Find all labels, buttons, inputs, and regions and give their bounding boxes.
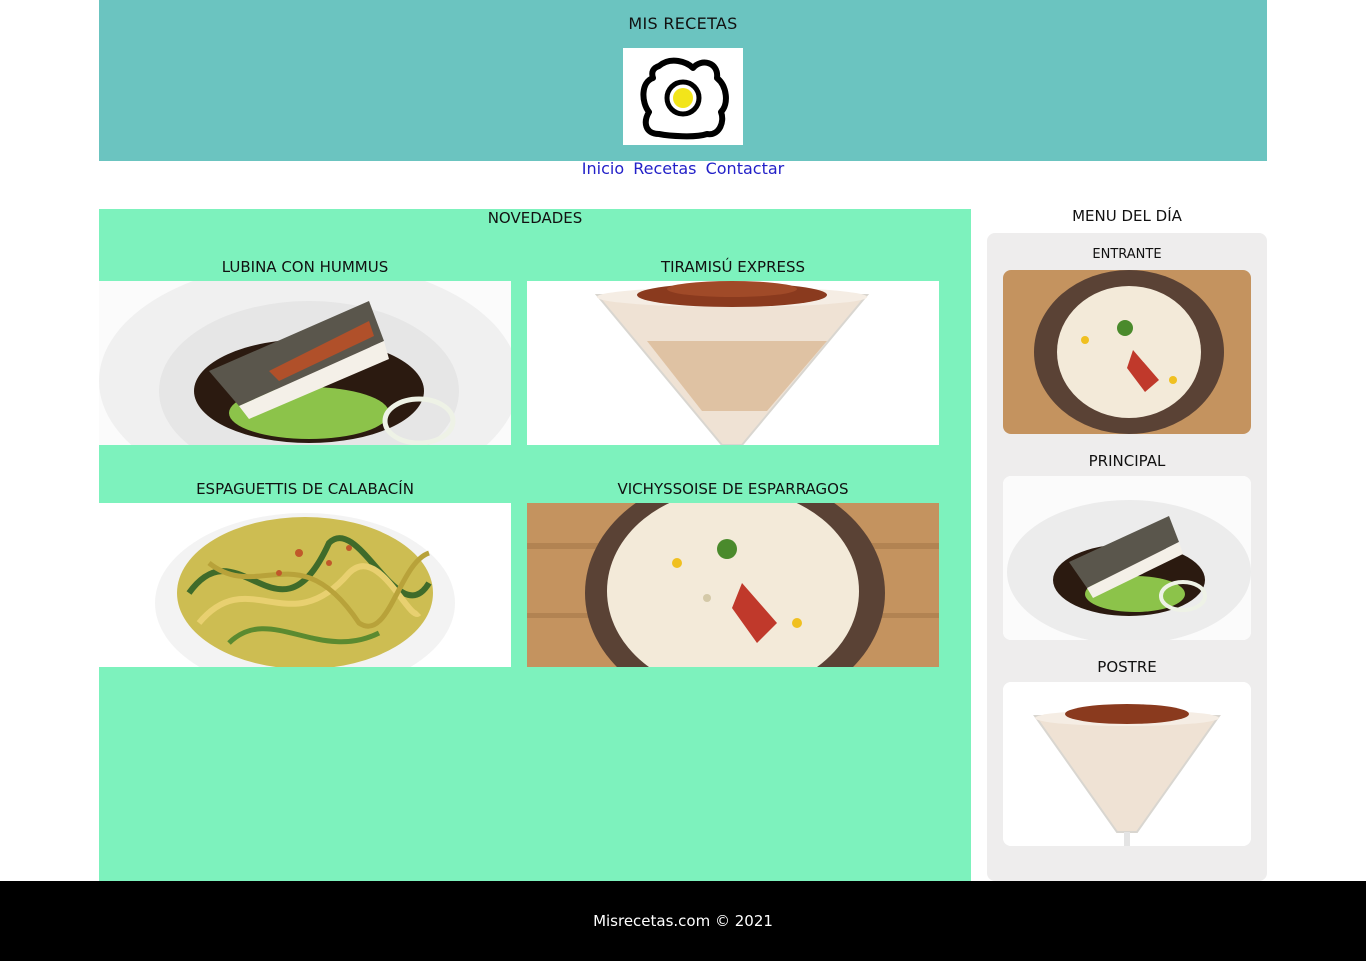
recipe-card[interactable]: ESPAGUETTIS DE CALABACÍN (99, 479, 511, 667)
menu-image-dessert[interactable] (1003, 682, 1251, 846)
menu-label-main: PRINCIPAL (1088, 452, 1166, 470)
menu-image-starter[interactable] (1003, 270, 1251, 434)
menu-label-starter: ENTRANTE (1092, 247, 1162, 262)
section-title: NOVEDADES (487, 209, 583, 227)
daily-menu-sidebar: ENTRANTE PRINCIPAL POSTRE (987, 233, 1267, 881)
recipe-card[interactable]: TIRAMISÚ EXPRESS (527, 257, 939, 445)
recipe-image[interactable] (527, 503, 939, 667)
menu-main[interactable]: PRINCIPAL (1003, 451, 1251, 640)
menu-dessert[interactable]: POSTRE (1003, 657, 1251, 846)
menu-image-main[interactable] (1003, 476, 1251, 640)
nav-link-recetas[interactable]: Recetas (633, 159, 696, 178)
recipe-card[interactable]: VICHYSSOISE DE ESPARRAGOS (527, 479, 939, 667)
site-title: MIS RECETAS (628, 14, 738, 33)
site-header: MIS RECETAS (99, 0, 1267, 161)
nav-link-contactar[interactable]: Contactar (706, 159, 785, 178)
recipe-image[interactable] (527, 281, 939, 445)
recipe-title: VICHYSSOISE DE ESPARRAGOS (617, 480, 849, 498)
recipe-image[interactable] (99, 281, 511, 445)
recipe-title: ESPAGUETTIS DE CALABACÍN (196, 480, 414, 498)
main-nav: Inicio Recetas Contactar (0, 159, 1366, 178)
sidebar-title: MENU DEL DÍA (1072, 207, 1182, 225)
news-section: NOVEDADES LUBINA CON HUMMUS TIRAMISÚ EXP… (99, 209, 971, 881)
recipe-title: LUBINA CON HUMMUS (221, 258, 389, 276)
menu-label-dessert: POSTRE (1097, 658, 1157, 676)
recipe-image[interactable] (99, 503, 511, 667)
fried-egg-icon[interactable] (623, 48, 743, 145)
recipe-card[interactable]: LUBINA CON HUMMUS (99, 257, 511, 445)
nav-link-inicio[interactable]: Inicio (582, 159, 624, 178)
menu-starter[interactable]: ENTRANTE (1003, 245, 1251, 434)
recipe-title: TIRAMISÚ EXPRESS (660, 258, 806, 276)
site-footer: Misrecetas.com © 2021 (0, 881, 1366, 961)
footer-text: Misrecetas.com © 2021 (593, 912, 773, 930)
